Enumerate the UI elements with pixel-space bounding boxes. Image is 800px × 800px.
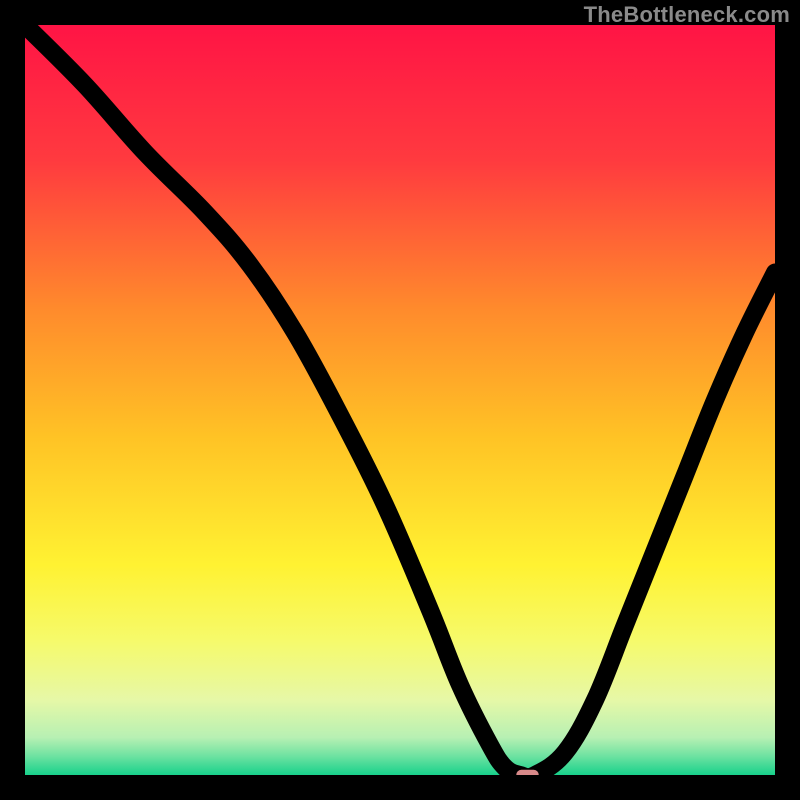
chart-container: TheBottleneck.com (0, 0, 800, 800)
optimum-marker (516, 770, 539, 775)
watermark-text: TheBottleneck.com (584, 2, 790, 28)
plot-area (25, 25, 775, 775)
chart-svg (25, 25, 775, 775)
